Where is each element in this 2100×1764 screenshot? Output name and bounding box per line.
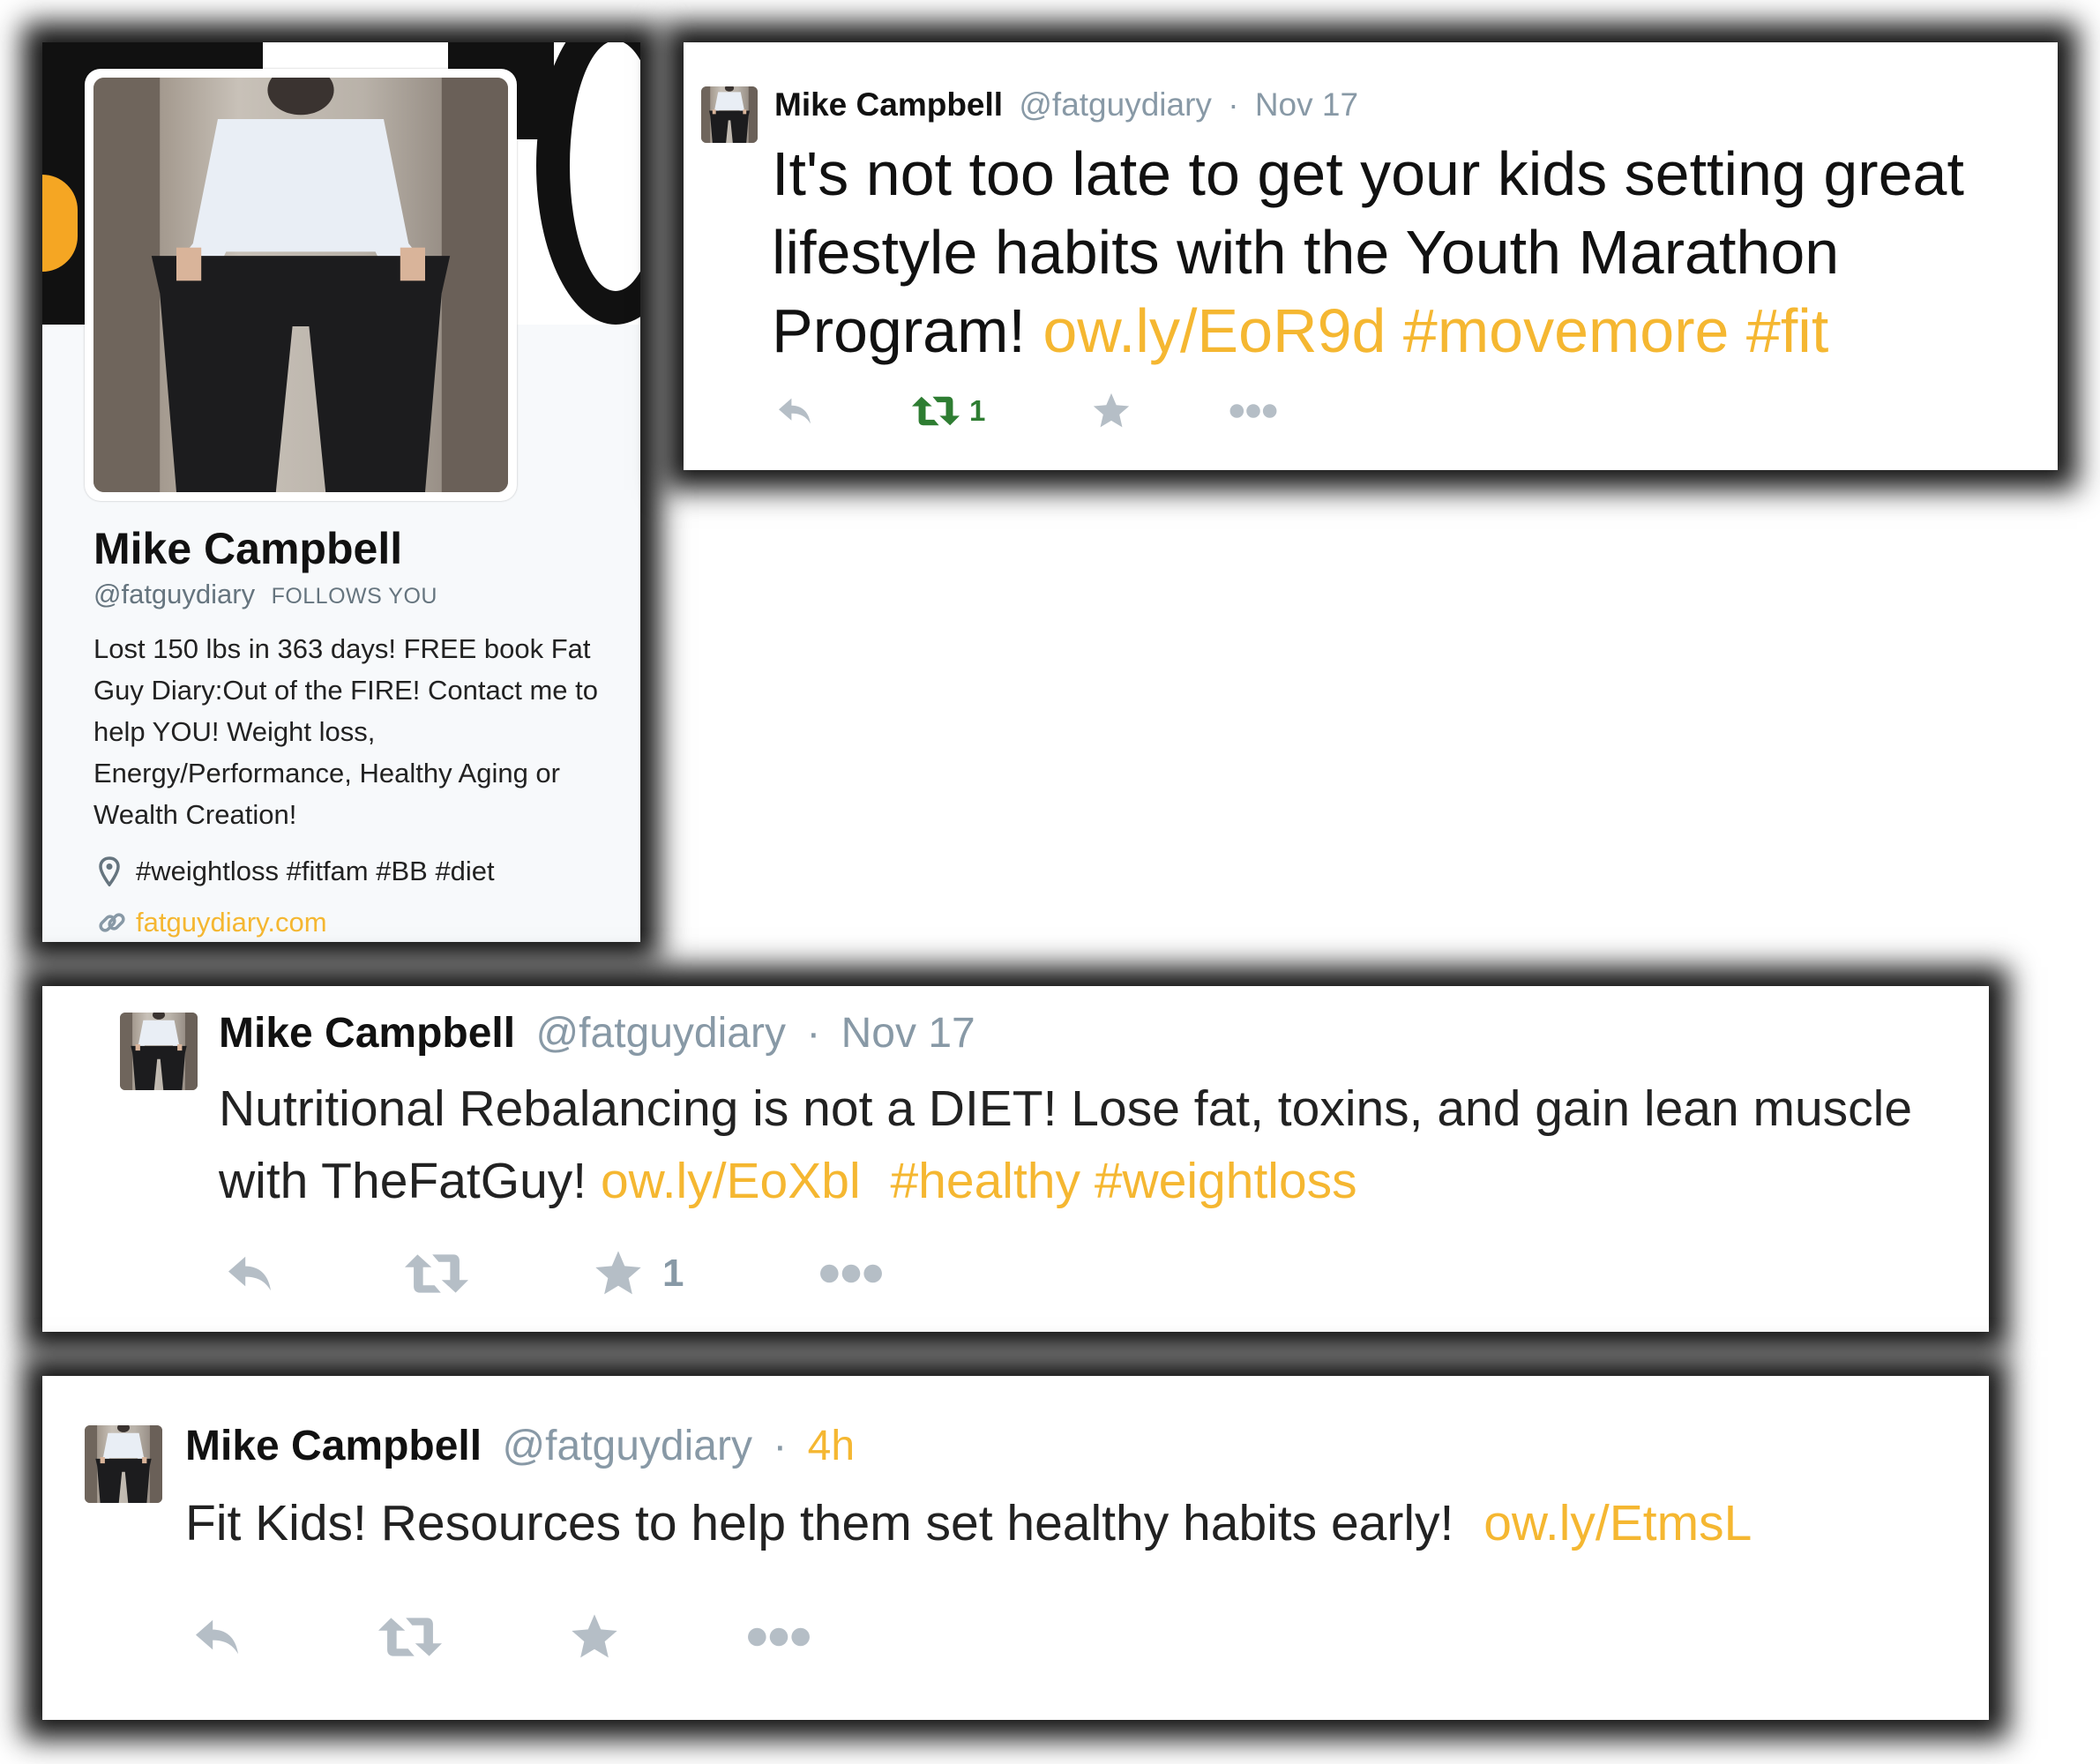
profile-avatar-image xyxy=(93,78,508,492)
more-icon xyxy=(1229,402,1278,420)
tweet-author-handle[interactable]: @fatguydiary xyxy=(502,1423,752,1469)
tweet-header: Mike Campbell @fatguydiary · Nov 17 xyxy=(774,86,1358,123)
profile-card: Mike Campbell @fatguydiary FOLLOWS YOU L… xyxy=(42,42,640,942)
tweet-link[interactable]: ow.ly/EoXbl xyxy=(601,1153,861,1209)
tweet-card[interactable]: Mike Campbell @fatguydiary · Nov 17 Nutr… xyxy=(42,986,1989,1332)
retweet-button[interactable]: 1 xyxy=(911,394,1092,428)
profile-location: #weightloss #fitfam #BB #diet xyxy=(136,856,495,886)
tweet-hashtags[interactable]: #movemore #fit xyxy=(1403,296,1828,365)
retweet-icon xyxy=(377,1616,443,1658)
tweet-author-name[interactable]: Mike Campbell xyxy=(185,1423,482,1469)
retweet-icon xyxy=(911,395,960,427)
tweet-author-name[interactable]: Mike Campbell xyxy=(774,86,1003,123)
tweet-separator: · xyxy=(773,1423,788,1469)
retweet-icon xyxy=(404,1252,469,1295)
tweet-timestamp[interactable]: 4h xyxy=(808,1423,855,1469)
tweet-header: Mike Campbell @fatguydiary · Nov 17 xyxy=(219,1009,975,1058)
retweet-button[interactable] xyxy=(404,1252,594,1295)
profile-website-row: fatguydiary.com xyxy=(97,907,327,938)
location-pin-icon xyxy=(99,856,120,887)
profile-avatar[interactable] xyxy=(85,69,517,501)
more-button[interactable] xyxy=(1229,402,1278,420)
profile-name[interactable]: Mike Campbell xyxy=(93,523,402,574)
tweet-text: Nutritional Rebalancing is not a DIET! L… xyxy=(219,1073,1947,1217)
tweet-author-name[interactable]: Mike Campbell xyxy=(219,1010,515,1057)
favorite-icon xyxy=(594,1249,643,1298)
more-icon xyxy=(746,1626,811,1648)
tweet-text: Fit Kids! Resources to help them set hea… xyxy=(185,1487,1967,1559)
reply-icon xyxy=(223,1252,276,1295)
link-icon xyxy=(97,908,127,938)
reply-button[interactable] xyxy=(774,395,911,427)
tweet-link[interactable]: ow.ly/EoR9d xyxy=(1043,296,1386,365)
reply-button[interactable] xyxy=(223,1252,404,1295)
favorite-button[interactable]: 1 xyxy=(594,1249,818,1298)
profile-bio: Lost 150 lbs in 363 days! FREE book Fat … xyxy=(93,633,598,830)
tweet-author-handle[interactable]: @fatguydiary xyxy=(1019,86,1212,123)
tweet-separator: · xyxy=(1228,86,1239,123)
profile-handle-row: @fatguydiary FOLLOWS YOU xyxy=(93,579,437,610)
favorite-button[interactable] xyxy=(1092,392,1229,430)
tweet-link[interactable]: ow.ly/EtmsL xyxy=(1483,1495,1752,1551)
tweet-header: Mike Campbell @fatguydiary · 4h xyxy=(185,1422,855,1470)
more-icon xyxy=(818,1262,884,1285)
profile-handle[interactable]: @fatguydiary xyxy=(93,579,255,609)
tweet-avatar[interactable] xyxy=(701,86,758,143)
tweet-timestamp[interactable]: Nov 17 xyxy=(1255,86,1358,123)
reply-button[interactable] xyxy=(191,1616,377,1658)
tweet-author-handle[interactable]: @fatguydiary xyxy=(535,1010,786,1057)
tweet-card[interactable]: Mike Campbell @fatguydiary · 4h Fit Kids… xyxy=(42,1376,1989,1720)
tweet-body: Fit Kids! Resources to help them set hea… xyxy=(185,1495,1454,1551)
tweet-card[interactable]: Mike Campbell @fatguydiary · Nov 17 It's… xyxy=(684,42,2058,470)
favorite-icon xyxy=(1092,392,1131,430)
more-button[interactable] xyxy=(746,1626,811,1648)
favorite-button[interactable] xyxy=(570,1612,746,1662)
more-button[interactable] xyxy=(818,1262,884,1285)
tweet-timestamp[interactable]: Nov 17 xyxy=(841,1010,975,1057)
retweet-button[interactable] xyxy=(377,1616,570,1658)
favorite-count: 1 xyxy=(662,1252,684,1295)
tweet-avatar[interactable] xyxy=(85,1425,162,1503)
profile-website-link[interactable]: fatguydiary.com xyxy=(136,907,327,938)
reply-icon xyxy=(191,1616,243,1658)
tweet-actions: 1 xyxy=(223,1249,884,1298)
retweet-count: 1 xyxy=(969,394,986,427)
favorite-icon xyxy=(570,1612,619,1662)
tweet-actions: 1 xyxy=(774,392,1278,430)
reply-icon xyxy=(774,395,815,427)
profile-location-row: #weightloss #fitfam #BB #diet xyxy=(99,856,495,887)
tweet-separator: · xyxy=(806,1010,821,1057)
tweet-avatar[interactable] xyxy=(120,1013,198,1090)
tweet-text: It's not too late to get your kids setti… xyxy=(772,135,2051,370)
tweet-hashtags[interactable]: #healthy #weightloss xyxy=(890,1153,1356,1209)
tweet-actions xyxy=(191,1612,811,1662)
follows-you-badge: FOLLOWS YOU xyxy=(271,584,437,609)
